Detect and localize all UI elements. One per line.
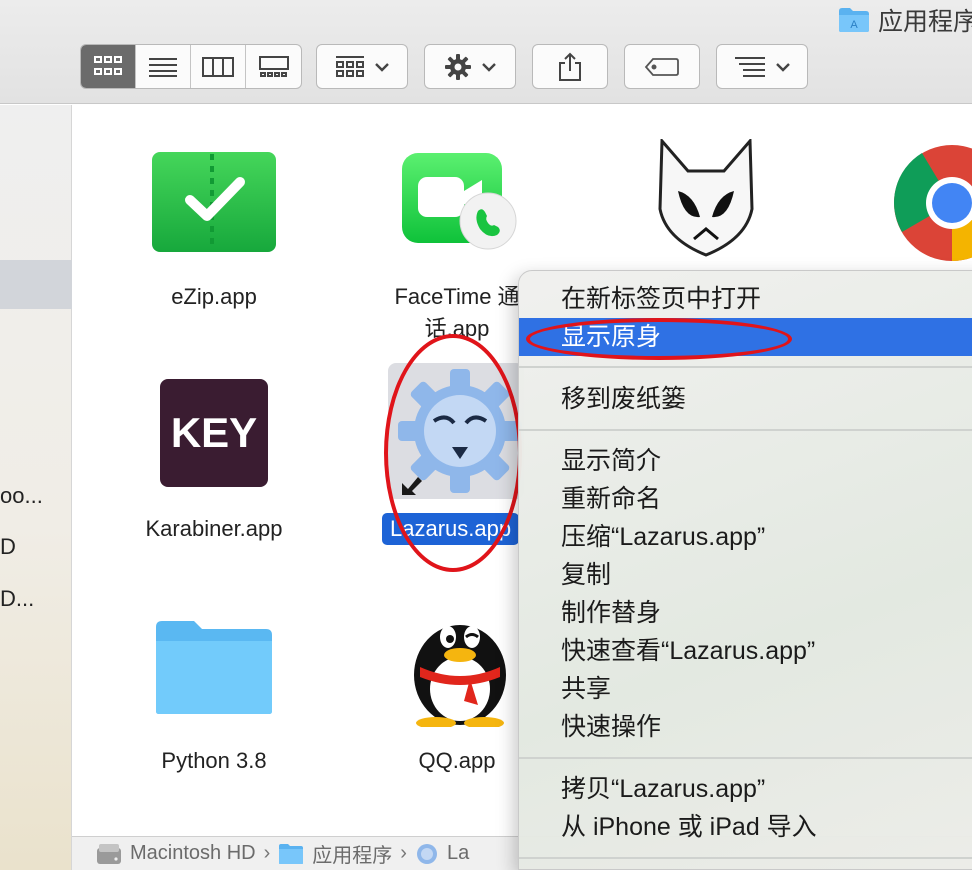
chrome-icon[interactable] (892, 143, 972, 263)
file-name-label: Python 3.8 (161, 748, 267, 773)
toolbar: A 应用程序 (0, 0, 972, 104)
ezip-icon[interactable] (152, 152, 276, 252)
icon-view-button[interactable] (81, 45, 136, 88)
menu-separator (519, 757, 972, 759)
menu-item-show-original[interactable]: 显示原身 (519, 318, 972, 356)
chevron-down-icon (776, 62, 790, 72)
file-name-label-selected: Lazarus.app (382, 513, 520, 545)
menu-item-duplicate[interactable]: 复制 (519, 556, 972, 594)
sort-list-icon (735, 56, 765, 77)
sidebar-item[interactable]: D (0, 534, 16, 560)
gallery-view-button[interactable] (246, 45, 301, 88)
chevron-right-icon: › (400, 842, 407, 864)
path-segment[interactable]: Macintosh HD (130, 842, 256, 865)
menu-item-move-to-trash[interactable]: 移到废纸篓 (519, 380, 972, 418)
gallery-view-icon (258, 55, 289, 77)
chevron-right-icon: › (263, 842, 271, 864)
svg-text:KEY: KEY (171, 409, 257, 456)
sidebar-item[interactable]: oo... (0, 483, 43, 509)
menu-item-quick-actions[interactable]: 快速操作 (519, 708, 972, 746)
action-menu-button[interactable] (424, 44, 516, 89)
keynote-icon[interactable]: KEY (160, 379, 268, 487)
menu-item-rename[interactable]: 重新命名 (519, 480, 972, 518)
hard-drive-icon (97, 843, 121, 864)
menu-item-copy[interactable]: 拷贝“Lazarus.app” (519, 770, 972, 808)
qq-penguin-icon[interactable] (408, 605, 512, 729)
list-view-icon (149, 57, 177, 77)
menu-separator (519, 429, 972, 431)
list-view-button[interactable] (136, 45, 191, 88)
sidebar-selected-item[interactable] (0, 260, 72, 309)
menu-separator (519, 857, 972, 859)
sidebar: oo... D D... (0, 105, 72, 870)
menu-item-quick-look[interactable]: 快速查看“Lazarus.app” (519, 632, 972, 670)
group-grid-icon (336, 55, 364, 77)
lazarus-small-icon (416, 843, 437, 864)
share-button[interactable] (532, 44, 608, 89)
group-by-button[interactable] (316, 44, 408, 89)
applications-folder-icon: A (838, 8, 869, 32)
column-view-button[interactable] (191, 45, 246, 88)
tags-button[interactable] (624, 44, 700, 89)
file-name-label: eZip.app (171, 284, 257, 309)
path-segment[interactable]: La (447, 842, 469, 865)
file-name-label: Karabiner.app (145, 516, 283, 541)
chevron-down-icon (375, 62, 389, 72)
window-title: A 应用程序 (838, 2, 972, 38)
icon-view-icon (94, 55, 122, 75)
menu-item-import-from-iphone[interactable]: 从 iPhone 或 iPad 导入 (519, 808, 972, 846)
chevron-down-icon (482, 62, 496, 72)
menu-item-open-in-new-tab[interactable]: 在新标签页中打开 (519, 280, 972, 318)
column-view-icon (202, 56, 234, 77)
sort-by-button[interactable] (716, 44, 808, 89)
applications-folder-icon (279, 843, 304, 864)
svg-text:A: A (850, 19, 858, 31)
folder-icon[interactable] (154, 619, 274, 715)
menu-separator (519, 366, 972, 368)
window-title-text: 应用程序 (877, 8, 972, 36)
view-mode-segmented-control (80, 44, 302, 89)
menu-item-compress[interactable]: 压缩“Lazarus.app” (519, 518, 972, 556)
foobar-fox-icon[interactable] (656, 137, 756, 257)
menu-item-make-alias[interactable]: 制作替身 (519, 594, 972, 632)
context-menu: 在新标签页中打开 显示原身 移到废纸篓 显示简介 重新命名 压缩“Lazarus… (518, 270, 972, 870)
sidebar-item[interactable]: D... (0, 586, 34, 612)
path-segment[interactable]: 应用程序 (312, 839, 392, 868)
facetime-icon[interactable] (402, 153, 518, 251)
share-icon (559, 52, 581, 81)
menu-item-share[interactable]: 共享 (519, 670, 972, 708)
lazarus-icon[interactable] (388, 363, 524, 499)
tag-icon (644, 57, 679, 76)
menu-item-get-info[interactable]: 显示简介 (519, 442, 972, 480)
gear-icon (445, 53, 471, 80)
